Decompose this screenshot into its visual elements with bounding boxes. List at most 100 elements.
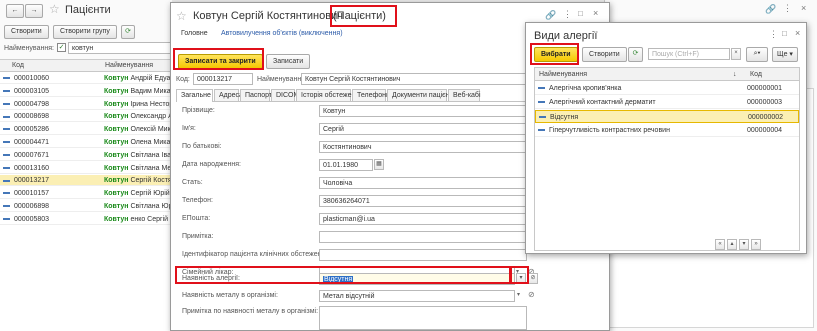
tab-0[interactable]: Загальне [176, 89, 213, 102]
back-button[interactable]: ← [6, 4, 24, 18]
clear-search-icon[interactable]: × [731, 48, 741, 60]
first-name-field[interactable]: Сергій [319, 123, 527, 135]
row-name-rest: енко Сергій [130, 215, 169, 223]
table-row[interactable]: 000008698 Ковтун Олександр А [0, 111, 172, 123]
item-marker-icon [3, 153, 10, 156]
tab-7[interactable]: Веб-кабі [448, 89, 481, 101]
filter-input[interactable]: ковтун [68, 42, 172, 54]
tab-3[interactable]: DICOM [271, 89, 299, 101]
table-row[interactable]: 000010157 Ковтун Сергій Юрій [0, 188, 172, 200]
allergy-value: Відсутня [323, 276, 354, 283]
table-row[interactable]: 000007671 Ковтун Світлана Іва [0, 150, 172, 161]
filter-label: Найменування: [4, 45, 54, 52]
close-icon[interactable]: × [593, 8, 598, 18]
allergy-field[interactable]: Відсутня [319, 273, 515, 285]
column-name-header[interactable]: Найменування [105, 60, 153, 72]
list-item[interactable]: Алергічний контактний дерматит 000000003 [535, 96, 799, 109]
table-row[interactable]: 000006898 Ковтун Світлана Юр [0, 201, 172, 212]
menu-icon[interactable]: ⋮ [769, 29, 778, 40]
column-code-header[interactable]: Код [750, 68, 762, 81]
more-button[interactable]: Ще ▾ [772, 47, 798, 62]
last-page-icon[interactable]: » [751, 239, 761, 250]
menu-icon[interactable]: ⋮ [783, 3, 792, 14]
maximize-icon[interactable]: □ [782, 29, 787, 38]
patients-table: Код Найменування 000010060 Ковтун Андрій … [0, 59, 172, 331]
table-row[interactable]: 000013217 Ковтун Сергій Костя [0, 175, 172, 187]
prev-page-icon[interactable]: ▴ [727, 239, 737, 250]
row-code: 000005803 [14, 215, 50, 223]
save-button[interactable]: Записати [266, 54, 311, 69]
item-marker-icon [3, 128, 10, 131]
close-icon[interactable]: × [795, 28, 800, 38]
refresh-icon[interactable]: ⟳ [628, 47, 643, 62]
row-code: 000010157 [14, 190, 50, 198]
allergy-open-button[interactable]: ⊘ [528, 273, 538, 284]
list-item[interactable]: Гіперчутливість контрастних речовин 00000… [535, 124, 799, 137]
forward-button[interactable]: → [25, 4, 43, 18]
search-icon[interactable]: ⌕▾ [746, 47, 768, 62]
clinic-id-field[interactable] [319, 249, 527, 261]
maximize-icon[interactable]: □ [578, 9, 583, 18]
sort-icon[interactable]: ↓ [733, 68, 737, 81]
list-item[interactable]: Відсутня 000000002 [535, 110, 799, 123]
row-name-bold: Ковтун [104, 203, 129, 210]
open-link-icon[interactable]: ⊘ [528, 290, 535, 299]
nav-auto-delete-link[interactable]: Автовилучення об'єктів (виключення) [221, 30, 343, 37]
tab-2[interactable]: Паспорт [240, 89, 272, 101]
row-name-rest: Світлана Ме [130, 164, 172, 172]
table-row[interactable]: 000005803 Ковтун енко Сергій [0, 214, 172, 225]
item-marker-icon [3, 179, 10, 182]
allergy-types-window: Види алергії ⋮ □ × Вибрати Створити ⟳ По… [525, 22, 807, 254]
create-button[interactable]: Створити [582, 47, 627, 62]
refresh-icon[interactable]: ⟳ [121, 25, 135, 39]
table-row[interactable]: 000013160 Ковтун Світлана Ме [0, 163, 172, 174]
link-icon[interactable]: 🔗 [545, 10, 556, 21]
nav-main-link[interactable]: Головне [181, 30, 208, 37]
sex-field[interactable]: Чоловіча [319, 177, 527, 189]
metal-field[interactable]: Метал відсутній [319, 290, 515, 302]
calendar-icon[interactable]: ▦ [374, 159, 384, 170]
filter-checkbox[interactable]: ✓ [57, 43, 66, 52]
tab-4[interactable]: Історія обстежень [296, 89, 359, 101]
row-name-rest: Світлана Юр [130, 203, 172, 210]
allergy-dropdown-button[interactable]: ▾ [516, 273, 526, 284]
surname-field[interactable]: Ковтун [319, 105, 527, 117]
birth-date-field[interactable]: 01.01.1980 [319, 159, 373, 171]
patronymic-field[interactable]: Костянтинович [319, 141, 527, 153]
table-row[interactable]: 000010060 Ковтун Андрій Едуа [0, 73, 172, 84]
row-name-bold: Ковтун [104, 164, 129, 172]
create-button[interactable]: Створити [4, 25, 49, 39]
table-row[interactable]: 000004471 Ковтун Олена Мика [0, 137, 172, 148]
column-name-header[interactable]: Найменування [539, 68, 587, 81]
phone-field[interactable]: 380636264071 [319, 195, 527, 207]
save-and-close-button[interactable]: Записати та закрити [178, 54, 263, 69]
allergy-table-header: Найменування ↓ Код [535, 68, 799, 81]
item-marker-icon [3, 141, 10, 144]
note-label: Примітка: [182, 233, 214, 240]
column-code-header[interactable]: Код [12, 60, 24, 72]
next-page-icon[interactable]: ▾ [739, 239, 749, 250]
close-icon[interactable]: × [801, 3, 806, 13]
row-name-bold: Ковтун [104, 215, 129, 223]
favorite-star-icon[interactable]: ☆ [49, 2, 60, 16]
favorite-star-icon[interactable]: ☆ [176, 9, 187, 23]
tab-6[interactable]: Документи пацієнта [387, 89, 457, 101]
list-item[interactable]: Алергічна кропив'янка 000000001 [535, 82, 799, 95]
select-button[interactable]: Вибрати [534, 47, 578, 62]
table-row[interactable]: 000004798 Ковтун Ірина Нестор [0, 99, 172, 110]
search-input[interactable]: Пошук (Ctrl+F) [648, 48, 730, 60]
table-row[interactable]: 000005286 Ковтун Олексій Мик [0, 124, 172, 136]
tab-1[interactable]: Адреса [214, 89, 243, 101]
name-field[interactable]: Ковтун Сергій Костянтинович [301, 73, 531, 85]
email-field[interactable]: plasticman@i.ua [319, 213, 527, 225]
first-page-icon[interactable]: « [715, 239, 725, 250]
code-field[interactable]: 000013217 [193, 73, 253, 85]
menu-icon[interactable]: ⋮ [563, 9, 572, 20]
link-icon[interactable]: 🔗 [765, 4, 776, 15]
note-field[interactable] [319, 231, 527, 243]
table-row[interactable]: 000003105 Ковтун Вадим Мика [0, 86, 172, 97]
tab-5[interactable]: Телефони [352, 89, 390, 101]
metal-note-field[interactable] [319, 306, 527, 330]
chevron-down-icon[interactable]: ▾ [517, 291, 520, 298]
create-group-button[interactable]: Створити групу [53, 25, 117, 39]
